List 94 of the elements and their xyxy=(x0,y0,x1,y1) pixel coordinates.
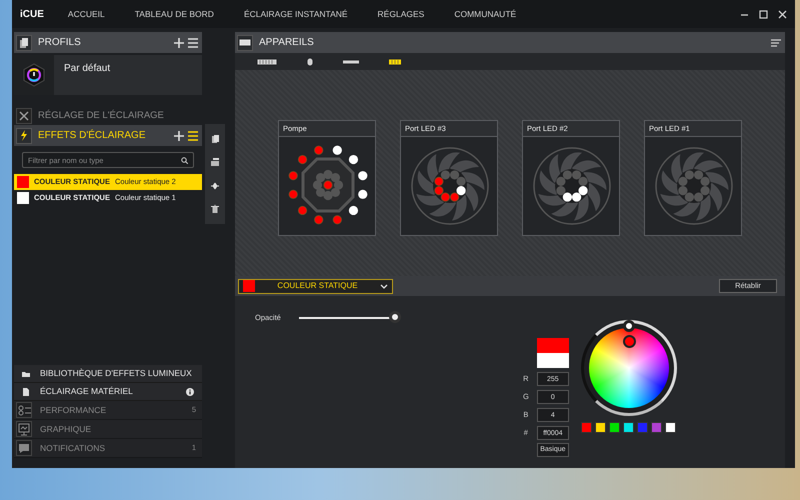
chevron-down-icon xyxy=(380,284,388,288)
led-dot[interactable] xyxy=(556,176,566,186)
menu-icon[interactable] xyxy=(188,130,198,140)
header-title: PROFILS xyxy=(38,36,81,50)
nav-tab[interactable]: TABLEAU DE BORD xyxy=(134,8,214,20)
color-swatch[interactable] xyxy=(609,422,620,433)
led-dot[interactable] xyxy=(440,170,450,180)
led-dot[interactable] xyxy=(684,170,694,180)
led-dot[interactable] xyxy=(678,186,688,196)
nav-tab[interactable]: ACCUEIL xyxy=(68,8,105,20)
lightning-icon xyxy=(20,130,28,141)
sidebar-section[interactable]: ÉCLAIRAGE MATÉRIEL xyxy=(14,383,202,401)
led-dot[interactable] xyxy=(440,192,450,202)
color-swatch[interactable] xyxy=(595,422,606,433)
led-dot[interactable] xyxy=(332,215,342,224)
module-label: NOTIFICATIONS xyxy=(40,442,106,454)
light-strip-icon xyxy=(343,60,359,64)
document-icon xyxy=(22,388,30,396)
app-title: iCUE xyxy=(20,8,44,22)
radiator-icon xyxy=(389,58,401,64)
led-dot[interactable] xyxy=(323,180,333,190)
led-dot[interactable] xyxy=(314,215,324,224)
sidebar-section[interactable]: BIBLIOTHÈQUE D'EFFETS LUMINEUX xyxy=(14,365,202,383)
led-dot[interactable] xyxy=(323,190,333,200)
led-dot[interactable] xyxy=(323,170,333,180)
dropdown-label: COULEUR STATIQUE xyxy=(276,280,359,292)
close-icon[interactable] xyxy=(778,10,787,18)
keyboard-icon xyxy=(239,39,251,46)
module-label: GRAPHIQUE xyxy=(40,422,92,436)
slider-thumb[interactable] xyxy=(388,311,401,323)
folder-icon xyxy=(22,370,30,378)
hexagon-logo-icon xyxy=(23,63,45,87)
device-tab[interactable] xyxy=(389,58,401,64)
nav-tab[interactable]: ÉCLAIRAGE INSTANTANÉ xyxy=(244,8,348,20)
profile-cards-icon xyxy=(19,38,29,48)
led-dot[interactable] xyxy=(456,176,466,186)
effect-dropdown[interactable]: COULEUR STATIQUE xyxy=(238,278,393,294)
color-swatch[interactable] xyxy=(637,422,648,433)
section-label: BIBLIOTHÈQUE D'EFFETS LUMINEUX xyxy=(40,367,192,380)
chat-bubble-icon xyxy=(16,440,32,456)
add-icon[interactable] xyxy=(174,38,184,48)
header-title: APPAREILS xyxy=(259,36,314,50)
menu-icon[interactable] xyxy=(771,38,781,46)
led-dot[interactable] xyxy=(288,171,298,180)
ring-handle[interactable] xyxy=(622,320,635,332)
color-swatch[interactable] xyxy=(581,422,592,433)
led-dot[interactable] xyxy=(450,170,460,180)
device-tab[interactable] xyxy=(307,58,313,66)
nav-tab[interactable]: COMMUNAUTÉ xyxy=(454,8,516,20)
led-dot[interactable] xyxy=(434,176,444,186)
led-dot[interactable] xyxy=(578,176,588,186)
color-swatch[interactable] xyxy=(665,422,676,433)
led-dot[interactable] xyxy=(314,146,324,155)
profile-item[interactable]: Par défaut xyxy=(14,55,202,95)
add-icon[interactable] xyxy=(174,130,184,140)
maximize-icon[interactable] xyxy=(759,10,768,18)
led-dot[interactable] xyxy=(450,192,460,202)
module-label: PERFORMANCE xyxy=(40,404,106,416)
nav-tab[interactable]: RÉGLAGES xyxy=(378,8,424,20)
profile-name: Par défaut xyxy=(64,62,110,76)
info-icon[interactable] xyxy=(186,388,194,396)
led-dot[interactable] xyxy=(434,186,444,196)
device-tab[interactable] xyxy=(257,58,277,64)
performance-list-icon xyxy=(16,402,32,418)
search-icon[interactable] xyxy=(181,156,188,164)
copy-icon[interactable] xyxy=(211,134,219,143)
section-label: ÉCLAIRAGE MATÉRIEL xyxy=(40,385,133,398)
color-swatch[interactable] xyxy=(651,422,662,433)
led-dot[interactable] xyxy=(694,170,704,180)
menu-icon[interactable] xyxy=(188,38,198,48)
led-dot[interactable] xyxy=(298,206,308,216)
monitor-icon xyxy=(16,421,32,437)
sidebar-module[interactable]: GRAPHIQUE xyxy=(14,420,202,439)
led-dot[interactable] xyxy=(700,176,710,186)
led-dot[interactable] xyxy=(288,190,298,199)
led-dot[interactable] xyxy=(700,186,710,196)
keyboard-icon xyxy=(257,58,277,64)
led-dot[interactable] xyxy=(684,192,694,202)
mouse-icon xyxy=(307,58,313,66)
import-icon[interactable] xyxy=(211,158,219,166)
led-dot[interactable] xyxy=(678,176,688,186)
header-title: RÉGLAGE DE L'ÉCLAIRAGE xyxy=(38,108,164,123)
color-wheel[interactable] xyxy=(588,328,669,408)
led-dot[interactable] xyxy=(556,186,566,196)
split-arrows-icon[interactable] xyxy=(211,182,219,190)
led-dot[interactable] xyxy=(562,170,572,180)
led-dot[interactable] xyxy=(572,170,582,180)
lighting-setup-header[interactable]: RÉGLAGE DE L'ÉCLAIRAGE xyxy=(14,107,202,125)
color-swatch[interactable] xyxy=(623,422,634,433)
device-tab[interactable] xyxy=(343,60,359,64)
trash-icon[interactable] xyxy=(211,205,219,214)
header-title: EFFETS D'ÉCLAIRAGE xyxy=(38,128,146,143)
led-dot[interactable] xyxy=(694,192,704,202)
led-dot[interactable] xyxy=(298,154,308,164)
